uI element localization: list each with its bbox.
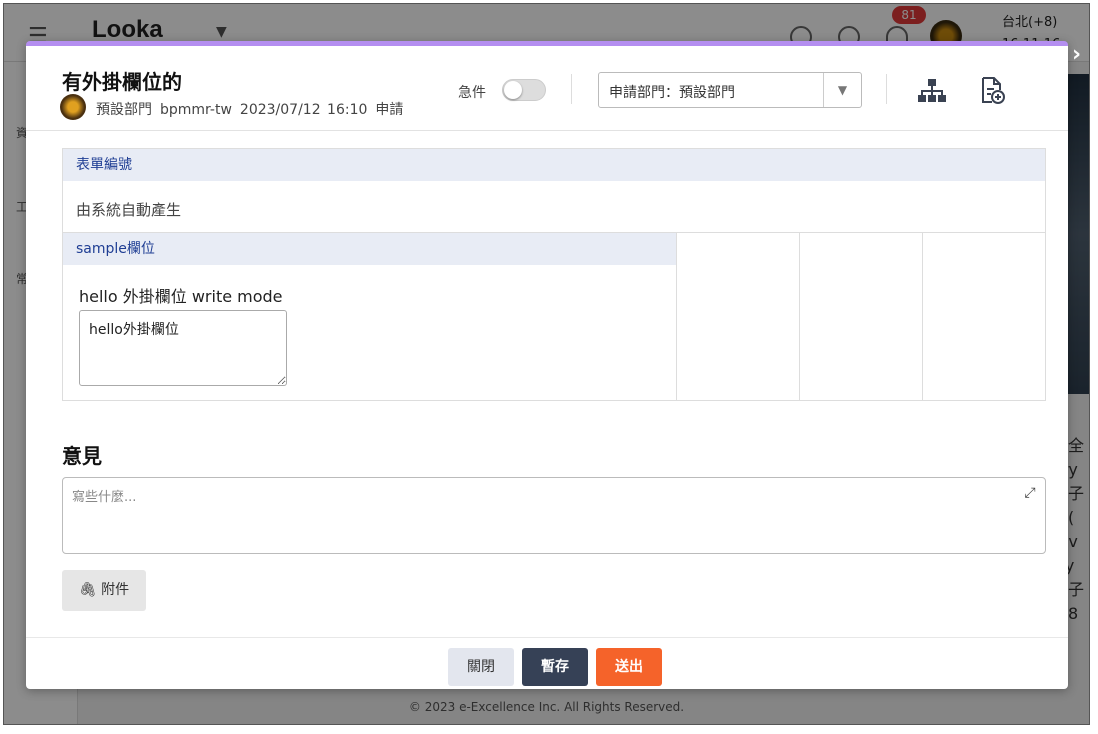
attach-label: 附件 bbox=[101, 582, 130, 598]
grid-cell-divider bbox=[676, 233, 677, 401]
department-select-value: 申請部門：預設部門 bbox=[609, 85, 735, 101]
plugin-field-textarea[interactable]: hello外掛欄位 bbox=[79, 310, 287, 386]
attach-button[interactable]: 🖇 附件 bbox=[62, 570, 146, 611]
org-chart-icon[interactable] bbox=[918, 78, 946, 104]
field-value-form-number: 由系統自動產生 bbox=[76, 201, 182, 219]
close-button[interactable]: 關閉 bbox=[448, 648, 514, 686]
screenshot-frame: ☰ Looka ▼ 81 台北(+8) 16:11:16 資 工 常 看全 er… bbox=[3, 3, 1090, 725]
opinion-box: ⤢ bbox=[62, 477, 1046, 554]
applicant-department: 預設部門 bbox=[96, 102, 152, 118]
document-add-icon[interactable] bbox=[980, 76, 1006, 104]
header-separator bbox=[886, 74, 887, 104]
header-divider bbox=[26, 130, 1068, 131]
applicant-avatar bbox=[60, 94, 86, 120]
form-modal: 有外掛欄位的 預設部門 bpmmr-tw 2023/07/12 16:10 申請 急件… bbox=[26, 41, 1068, 689]
chevron-down-icon[interactable]: ▼ bbox=[823, 73, 861, 107]
grid-cell-divider bbox=[799, 233, 800, 401]
applicant-datetime: 2023/07/12 16:10 bbox=[239, 102, 368, 118]
applicant-info: 預設部門 bpmmr-tw 2023/07/12 16:10 申請 bbox=[96, 99, 411, 119]
submit-button[interactable]: 送出 bbox=[596, 648, 662, 686]
applicant-action: 申請 bbox=[375, 102, 404, 118]
toggle-knob bbox=[504, 81, 522, 99]
opinion-heading: 意見 bbox=[62, 444, 102, 468]
urgent-toggle[interactable] bbox=[502, 79, 546, 101]
expand-icon[interactable]: ⤢ bbox=[1021, 484, 1039, 502]
paperclip-icon: 🖇 bbox=[78, 582, 97, 598]
urgent-label: 急件 bbox=[458, 85, 486, 101]
department-select[interactable]: 申請部門：預設部門 ▼ bbox=[598, 72, 862, 108]
form-grid: 表單編號 由系統自動產生 sample欄位 hello 外掛欄位 write m… bbox=[62, 148, 1046, 401]
grid-cell-divider bbox=[922, 233, 923, 401]
chevron-right-icon[interactable]: › bbox=[1072, 42, 1081, 67]
header-separator bbox=[571, 74, 572, 104]
applicant-user: bpmmr-tw bbox=[160, 102, 232, 118]
field-header-form-number: 表單編號 bbox=[63, 149, 1045, 181]
save-draft-button[interactable]: 暫存 bbox=[522, 648, 588, 686]
opinion-input[interactable] bbox=[63, 478, 1045, 553]
field-header-sample: sample欄位 bbox=[63, 233, 676, 265]
form-title: 有外掛欄位的 bbox=[62, 70, 182, 94]
plugin-field-label: hello 外掛欄位 write mode bbox=[79, 287, 283, 306]
footer-divider bbox=[26, 637, 1068, 638]
